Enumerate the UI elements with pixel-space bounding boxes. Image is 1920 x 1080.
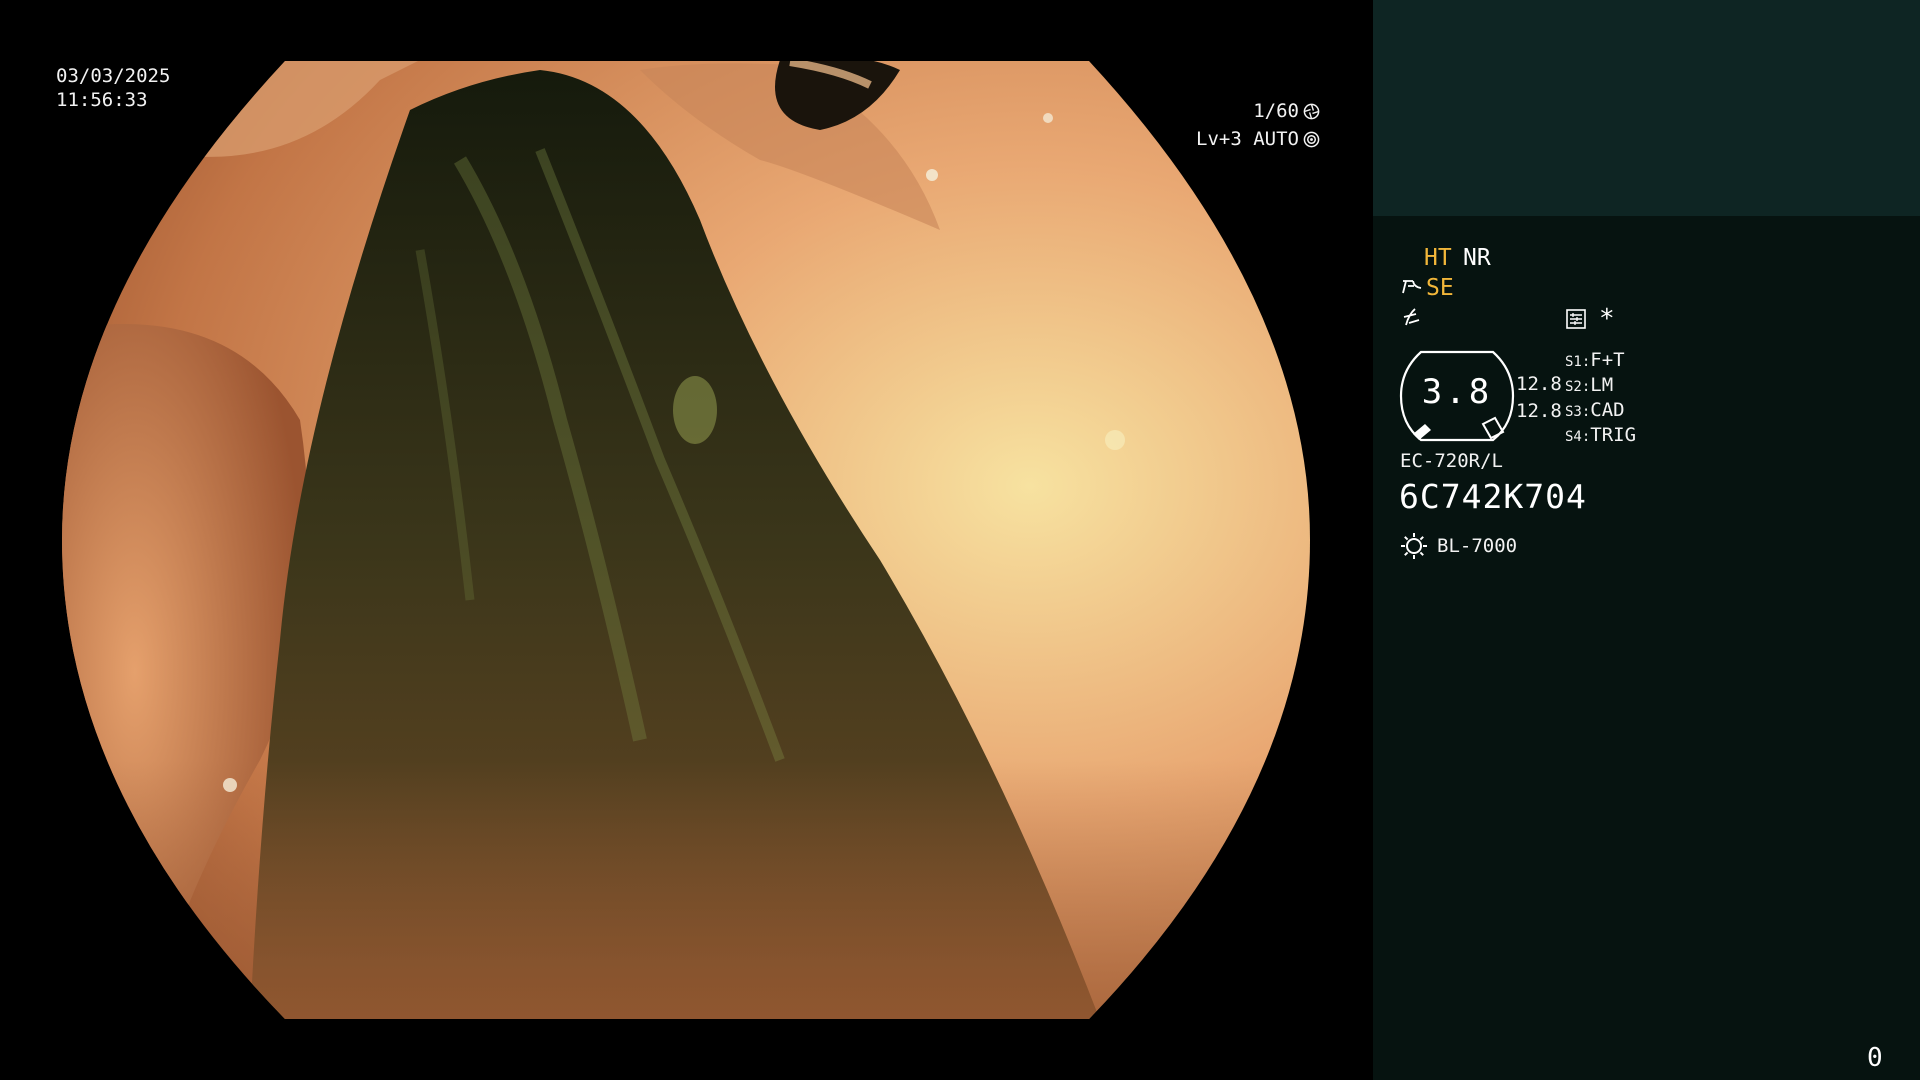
level-readout-row: Lv+3 AUTO [1100, 127, 1320, 151]
light-source-icon [1401, 533, 1427, 559]
memory-icon [1566, 309, 1586, 329]
ht-indicator: HT [1424, 245, 1452, 271]
setting-value: CAD [1590, 399, 1625, 421]
scope-model: EC-720R/L [1400, 450, 1503, 472]
shutter-readout: 1/60 [1253, 100, 1299, 122]
setting-key: S4: [1565, 429, 1591, 445]
image-counter: 0 [1867, 1043, 1883, 1073]
time-readout: 11:56:33 [56, 89, 148, 111]
setting-row-s2: S2:LM [1565, 373, 1613, 399]
panel-top-band [1373, 0, 1920, 216]
setting-key: S2: [1565, 379, 1591, 395]
status-panel: HT NR SE * 3.8 12.8 12.8 S1:F+T S2:LM S3… [1373, 0, 1920, 1080]
nr-indicator: NR [1463, 245, 1491, 271]
scope-serial-number: 6C742K704 [1399, 477, 1587, 516]
gauge-side-value-2: 12.8 [1516, 400, 1562, 422]
se-indicator: SE [1426, 275, 1454, 301]
setting-value: F+T [1590, 349, 1625, 371]
setting-row-s4: S4:TRIG [1565, 423, 1636, 449]
setting-key: S3: [1565, 404, 1591, 420]
setting-key: S1: [1565, 354, 1591, 370]
structure-enhance-icon [1402, 280, 1422, 294]
zoom-value: 3.8 [1421, 372, 1493, 412]
setting-row-s3: S3:CAD [1565, 398, 1625, 424]
setting-value: LM [1590, 374, 1614, 396]
setting-row-s1: S1:F+T [1565, 348, 1625, 374]
level-readout: Lv+3 AUTO [1196, 128, 1299, 150]
shutter-readout-row: 1/60 [1130, 99, 1320, 123]
light-source-model: BL-7000 [1437, 535, 1518, 557]
date-readout: 03/03/2025 [56, 65, 171, 87]
setting-value: TRIG [1590, 424, 1637, 446]
gauge-side-value-1: 12.8 [1516, 373, 1562, 395]
color-mode-icon [1403, 308, 1420, 326]
endoscope-view: 03/03/2025 11:56:33 1/60 Lv+3 AUTO [0, 0, 1373, 1080]
endoscopic-image [62, 61, 1310, 1019]
asterisk-indicator: * [1599, 304, 1615, 334]
iris-icon [1303, 131, 1320, 147]
aperture-icon [1303, 103, 1320, 119]
